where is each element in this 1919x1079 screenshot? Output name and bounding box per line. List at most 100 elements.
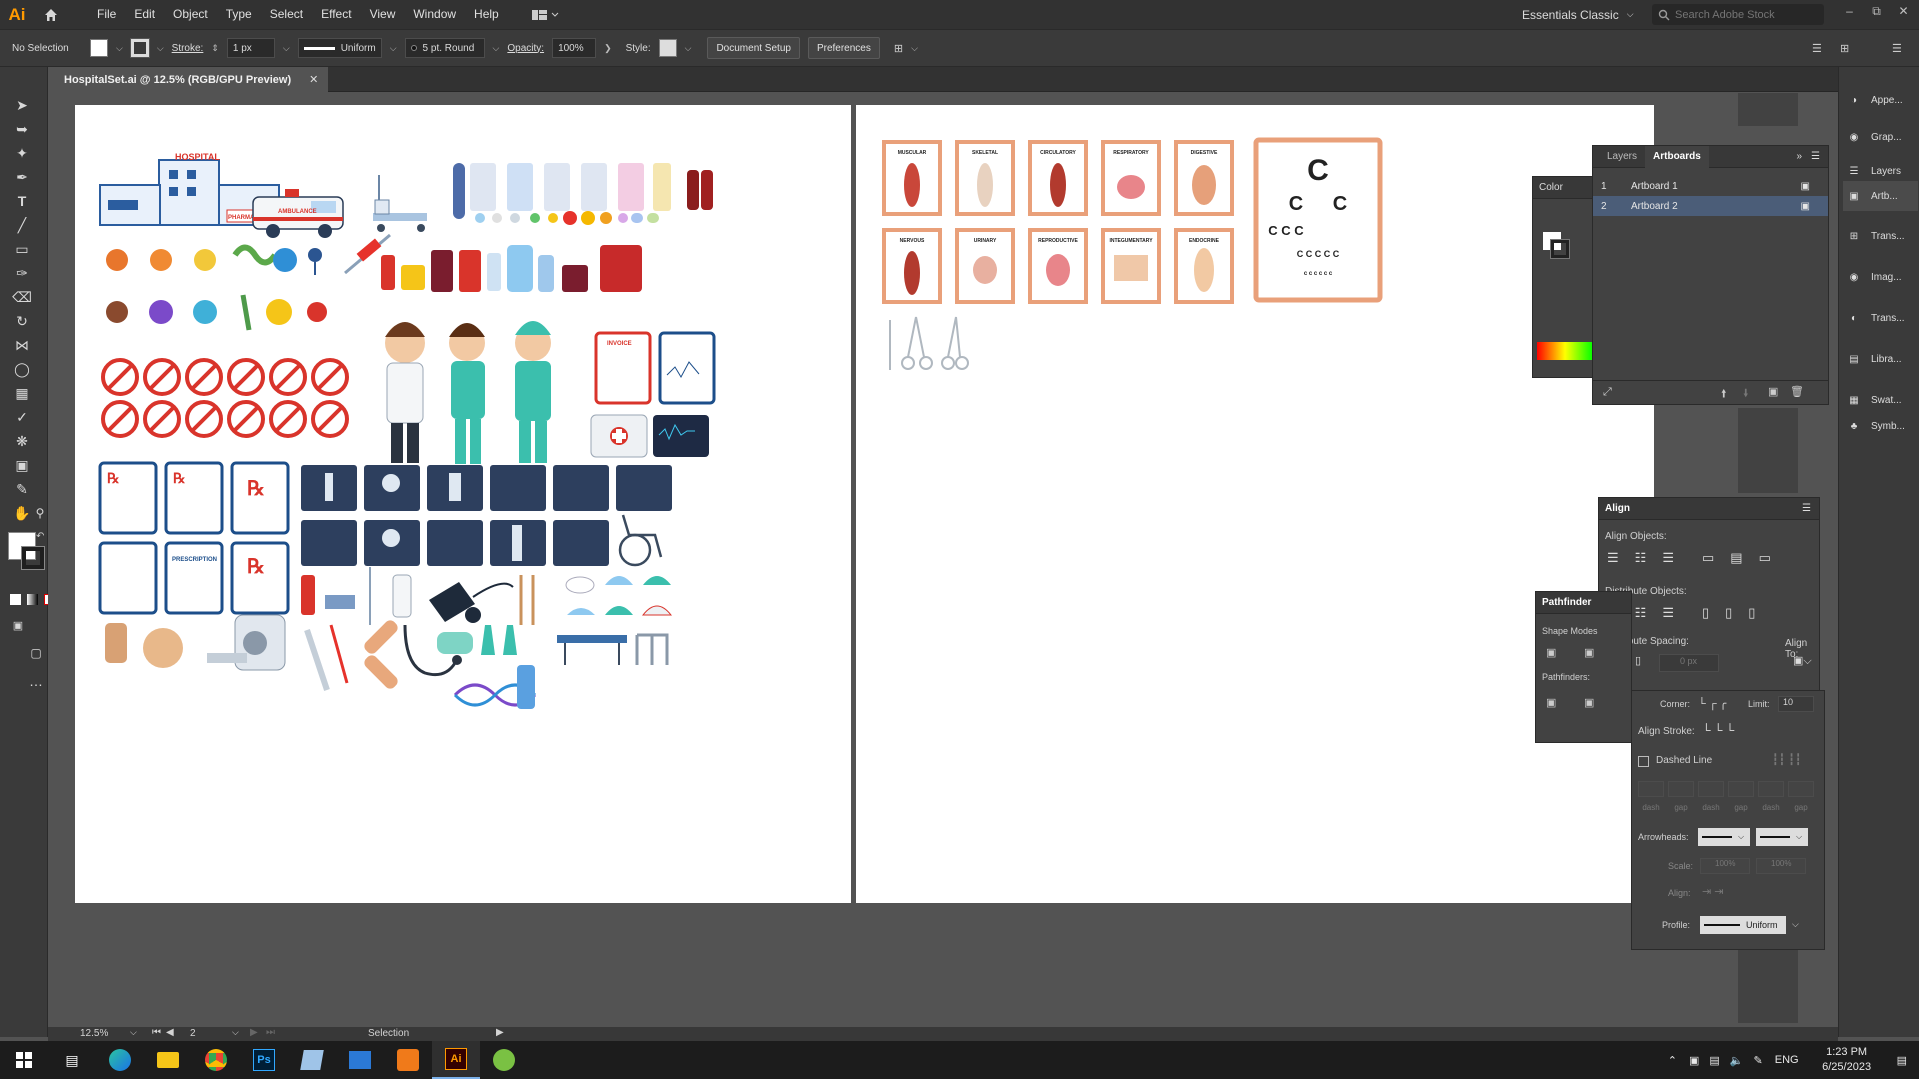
tab-layers[interactable]: Layers [1599,146,1645,168]
clock[interactable]: 1:23 PM 6/25/2023 [1807,1045,1887,1075]
arrange-icon[interactable]: ⊞ [1840,42,1849,55]
network-icon[interactable]: ▤ [1709,1054,1719,1067]
dock-image-trace[interactable]: ◉ Imag... [1843,262,1918,292]
document-tab[interactable]: HospitalSet.ai @ 12.5% (RGB/GPU Preview)… [48,67,329,92]
align-bottom-icon[interactable]: ▭ [1759,550,1771,566]
medicine-bottles[interactable] [381,245,642,292]
taskbar-edge[interactable] [96,1041,144,1079]
type-tool-icon[interactable]: T [12,191,32,211]
stroke-swatch[interactable] [129,38,150,58]
hand-tool-icon[interactable]: ✋ [12,503,32,523]
distribute-hspacing-icon[interactable]: ▯ [1635,654,1641,667]
mri-machine[interactable] [207,614,286,671]
task-view-button[interactable]: ▤ [48,1041,96,1079]
align-panel-header[interactable]: Align ☰ [1599,498,1819,520]
thermometers[interactable] [304,624,349,691]
direct-selection-tool-icon[interactable]: ➥ [12,119,32,139]
stroke-color-box[interactable] [21,546,45,570]
move-up-icon[interactable]: 🠙 [1721,385,1727,404]
chevron-down-icon[interactable]: ⌵ [685,43,692,54]
dock-symbols[interactable]: ♣ Symb... [1843,411,1918,441]
app-tray-icon[interactable]: ▣ [1689,1054,1699,1067]
chevron-down-icon[interactable]: ⌵ [493,43,500,54]
selection-tool-icon[interactable]: ➤ [12,95,32,115]
artboard-options-icon[interactable]: ▣ [1801,201,1810,212]
blood-pressure-monitor[interactable] [429,582,514,623]
symbol-sprayer-tool-icon[interactable]: ❋ [12,431,32,451]
minimize-icon[interactable]: – [1836,0,1863,24]
mesh-tool-icon[interactable]: ▦ [12,383,32,403]
stroke-label[interactable]: Stroke: [172,43,204,54]
pathfinder-panel-header[interactable]: Pathfinder [1536,592,1631,614]
fill-swatch[interactable] [90,39,108,57]
document-setup-button[interactable]: Document Setup [707,37,800,59]
next-artboard-icon[interactable]: ▶ [250,1027,258,1038]
search-input[interactable] [1675,8,1815,21]
menu-effect[interactable]: Effect [312,0,360,29]
more-tools-icon[interactable]: … [26,671,46,691]
chevron-down-icon[interactable]: ⌵ [232,1027,239,1038]
variable-width-profile[interactable]: Uniform [297,38,382,58]
crutches[interactable] [519,575,535,625]
chevron-down-icon[interactable]: ⌵ [157,43,164,54]
surgical-scissors[interactable] [889,316,969,370]
chevron-down-icon[interactable]: ⌵ [911,43,918,54]
chevron-right-icon[interactable]: ❯ [604,43,612,54]
anatomy-charts[interactable] [882,140,1234,304]
trim-icon[interactable]: ▣ [1584,696,1594,709]
dashed-line-checkbox[interactable] [1638,756,1649,767]
paintbrush-tool-icon[interactable]: ✑ [12,263,32,283]
plasters[interactable] [362,618,400,691]
distribute-hcenter-icon[interactable]: ▯ [1725,605,1732,621]
dock-graphic-styles[interactable]: ◉ Grap... [1843,122,1918,152]
dock-transparency[interactable]: ◐ Trans... [1843,303,1918,333]
align-to-dropdown[interactable]: ▣⌵ [1793,654,1812,668]
home-icon[interactable] [34,7,68,23]
artboard-row[interactable]: 2 Artboard 2 ▣ [1593,196,1828,216]
panel-menu-icon[interactable]: ☰ [1811,151,1820,162]
scale-field-1[interactable]: 100% [1700,858,1750,874]
menu-type[interactable]: Type [217,0,261,29]
magic-wand-tool-icon[interactable]: ✦ [12,143,32,163]
first-aid-kit[interactable] [590,414,648,458]
dock-transform[interactable]: ⊞ Trans... [1843,221,1918,251]
patient-monitor[interactable] [653,415,709,457]
rectangle-tool-icon[interactable]: ▭ [12,239,32,259]
search-stock-box[interactable] [1652,4,1824,25]
volume-icon[interactable]: 🔈 [1730,1054,1744,1067]
width-tool-icon[interactable]: ⋈ [12,335,32,355]
artboard-number[interactable]: 2 [190,1028,196,1039]
opacity-field[interactable]: 100% [552,38,597,58]
taskbar-explorer[interactable] [144,1041,192,1079]
workspace-switcher[interactable]: Essentials Classic ⌵ [1522,0,1634,29]
last-artboard-icon[interactable]: ⏭ [266,1027,275,1038]
start-button[interactable] [0,1041,48,1079]
align-stroke-buttons[interactable]: └ └ └ [1702,723,1734,737]
unite-icon[interactable]: ▣ [1546,646,1556,659]
color-stroke-swatch[interactable] [1550,239,1570,259]
taskbar-chrome[interactable] [192,1041,240,1079]
taskbar-recorder[interactable] [384,1041,432,1079]
no-virus-signs[interactable] [101,358,349,438]
rearrange-icon[interactable]: ⤢ [1603,386,1612,399]
distribute-left-icon[interactable]: ▯ [1702,605,1709,621]
distribute-right-icon[interactable]: ▯ [1748,605,1755,621]
bandages[interactable] [105,623,183,668]
close-icon[interactable]: ✕ [1890,0,1917,24]
gradient-mode-icon[interactable] [27,594,38,605]
taskbar-illustrator[interactable]: Ai [432,1041,480,1079]
distribute-bottom-icon[interactable]: ☰ [1662,605,1674,621]
rotate-tool-icon[interactable]: ↻ [12,311,32,331]
slice-tool-icon[interactable]: ✎ [12,479,32,499]
align-top-icon[interactable]: ▭ [1702,550,1714,566]
blood-bags[interactable] [687,170,713,210]
align-vcenter-icon[interactable]: ▤ [1730,550,1742,566]
chevron-down-icon[interactable]: ⌵ [116,43,123,54]
artboard-tool-icon[interactable]: ▣ [12,455,32,475]
prescription-clipboards[interactable]: ℞ ℞ ℞ ℞ [98,461,290,615]
taskbar-video[interactable] [336,1041,384,1079]
arrange-documents-icon[interactable] [528,8,562,22]
menu-select[interactable]: Select [261,0,312,29]
notifications-icon[interactable]: ▤ [1897,1054,1907,1067]
draw-mode-icon[interactable]: ▣ [8,615,28,635]
